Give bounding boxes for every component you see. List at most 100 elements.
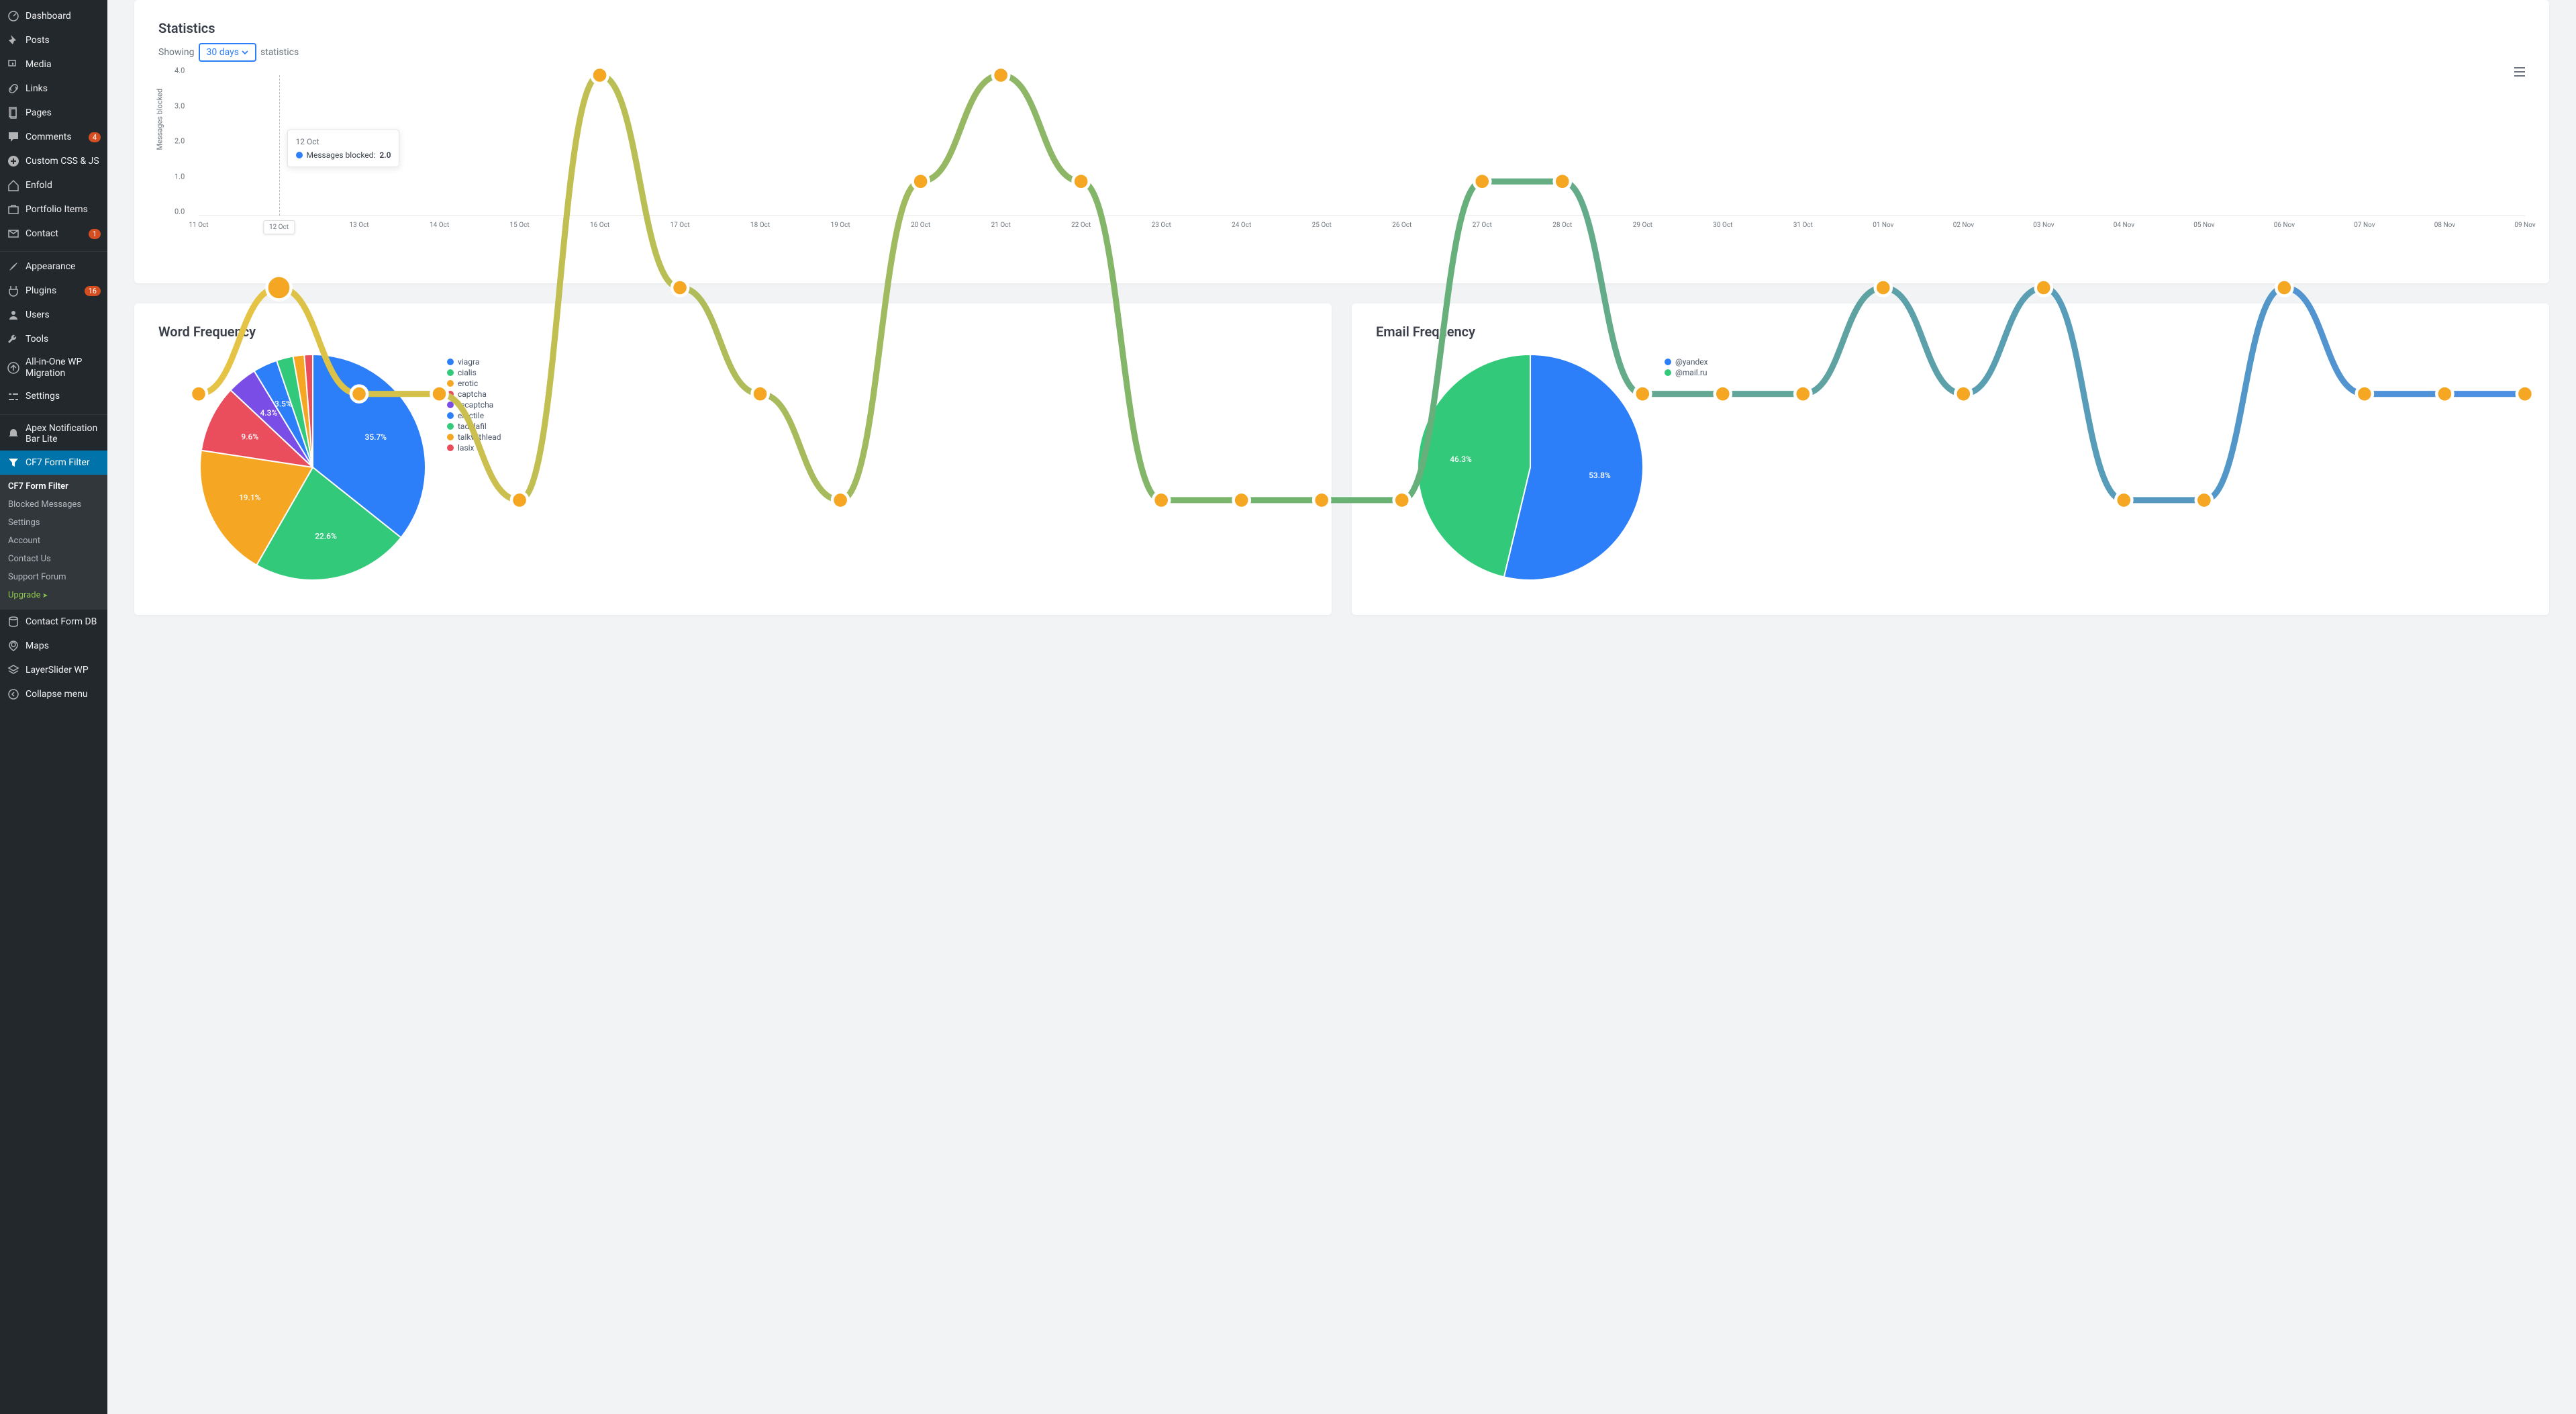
sidebar-item-plugins[interactable]: Plugins16 — [0, 279, 107, 303]
x-tick: 06 Nov — [2274, 222, 2295, 229]
x-tick: 16 Oct — [590, 222, 609, 229]
showing-pre-label: Showing — [158, 47, 195, 58]
sidebar-item-label: Links — [26, 83, 101, 95]
contact-icon — [7, 227, 20, 240]
x-tick: 23 Oct — [1152, 222, 1171, 229]
tooltip-date: 12 Oct — [296, 137, 391, 146]
sidebar-item-maps[interactable]: Maps — [0, 634, 107, 658]
x-tick: 01 Nov — [1873, 222, 1893, 229]
sidebar-item-media[interactable]: Media — [0, 52, 107, 77]
collapse-icon — [7, 688, 20, 701]
x-tick: 22 Oct — [1071, 222, 1091, 229]
sidebar-item-label: Custom CSS & JS — [26, 156, 101, 167]
y-tick: 0.0 — [175, 207, 185, 216]
sidebar-item-portfolio-items[interactable]: Portfolio Items — [0, 197, 107, 222]
sidebar-item-label: Comments — [26, 132, 81, 143]
x-tick: 03 Nov — [2033, 222, 2054, 229]
sidebar-item-badge: 1 — [89, 229, 101, 239]
tooltip-value: 2.0 — [379, 150, 391, 160]
x-tick: 08 Nov — [2434, 222, 2455, 229]
sidebar-item-label: Collapse menu — [26, 689, 101, 700]
portfolio-icon — [7, 203, 20, 216]
y-tick: 2.0 — [175, 137, 185, 146]
sidebar-item-posts[interactable]: Posts — [0, 28, 107, 52]
sidebar-item-contact[interactable]: Contact 1 — [0, 222, 107, 246]
sidebar-item-label: LayerSlider WP — [26, 665, 101, 676]
x-tick: 04 Nov — [2114, 222, 2134, 229]
sidebar-item-label: Apex Notification Bar Lite — [26, 423, 101, 446]
migrate-icon — [7, 361, 20, 375]
sidebar-item-users[interactable]: Users — [0, 303, 107, 327]
y-axis-label: Messages blocked — [156, 89, 164, 150]
sidebar-item-all-in-one-wp-migration[interactable]: All-in-One WP Migration — [0, 351, 107, 385]
sidebar-item-label: Settings — [26, 391, 101, 402]
media-icon — [7, 58, 20, 71]
sidebar-item-label: Contact Form DB — [26, 616, 101, 628]
sidebar-sub-contact-us[interactable]: Contact Us — [0, 550, 107, 568]
sidebar-item-pages[interactable]: Pages — [0, 101, 107, 125]
sidebar-sub-account[interactable]: Account — [0, 532, 107, 550]
sidebar-sub-support-forum[interactable]: Support Forum — [0, 568, 107, 586]
sidebar-item-contact-form-db[interactable]: Contact Form DB — [0, 610, 107, 634]
x-tick: 07 Nov — [2354, 222, 2375, 229]
pie-slice-label: 22.6% — [315, 531, 337, 540]
stats-title: Statistics — [158, 20, 2525, 36]
sidebar-item-label: Portfolio Items — [26, 204, 101, 216]
sidebar-item-appearance[interactable]: Appearance — [0, 254, 107, 279]
sidebar-item-enfold[interactable]: Enfold — [0, 173, 107, 197]
x-tick: 13 Oct — [349, 222, 368, 229]
x-tick: 21 Oct — [991, 222, 1011, 229]
sidebar-item-label: Tools — [26, 334, 101, 345]
admin-sidebar: Dashboard Posts Media Links Pages Comments 4 Cu… — [0, 0, 107, 1414]
x-tick: 18 Oct — [750, 222, 770, 229]
sidebar-sub-settings[interactable]: Settings — [0, 514, 107, 532]
sidebar-item-tools[interactable]: Tools — [0, 327, 107, 351]
sidebar-item-label: Media — [26, 59, 101, 70]
page-icon — [7, 106, 20, 120]
comment-icon — [7, 130, 20, 144]
x-tick: 27 Oct — [1473, 222, 1492, 229]
x-tick: 30 Oct — [1713, 222, 1732, 229]
sidebar-item-custom-css-js[interactable]: Custom CSS & JS — [0, 149, 107, 173]
x-tick: 31 Oct — [1793, 222, 1813, 229]
sidebar-item-label: All-in-One WP Migration — [26, 357, 101, 379]
x-tick: 11 Oct — [189, 222, 208, 229]
sidebar-item-label: Enfold — [26, 180, 101, 191]
y-tick: 3.0 — [175, 101, 185, 110]
sidebar-item-label: Dashboard — [26, 11, 101, 22]
sidebar-item-label: Contact — [26, 228, 81, 240]
sidebar-sub-blocked-messages[interactable]: Blocked Messages — [0, 496, 107, 514]
period-selector[interactable]: 30 days — [199, 43, 256, 62]
sidebar-item-comments[interactable]: Comments 4 — [0, 125, 107, 149]
x-tick: 12 Oct — [263, 220, 295, 234]
sidebar-item-dashboard[interactable]: Dashboard — [0, 4, 107, 28]
user-icon — [7, 308, 20, 322]
pin-icon — [7, 34, 20, 47]
sidebar-item-badge: 4 — [89, 132, 101, 142]
sidebar-item-settings[interactable]: Settings — [0, 385, 107, 409]
sidebar-item-label: Appearance — [26, 261, 101, 273]
sidebar-item-collapse-menu[interactable]: Collapse menu — [0, 682, 107, 706]
sidebar-item-links[interactable]: Links — [0, 77, 107, 101]
sidebar-item-layerslider-wp[interactable]: LayerSlider WP — [0, 658, 107, 682]
sidebar-sub-cf7-form-filter[interactable]: CF7 Form Filter — [0, 477, 107, 496]
sidebar-submenu: CF7 Form FilterBlocked MessagesSettingsA… — [0, 475, 107, 610]
showing-post-label: statistics — [260, 47, 299, 58]
plus-icon — [7, 154, 20, 168]
settings-icon — [7, 390, 20, 404]
tooltip-series-dot — [296, 152, 303, 158]
x-tick: 14 Oct — [430, 222, 449, 229]
sidebar-item-cf7-form-filter[interactable]: CF7 Form Filter — [0, 451, 107, 475]
x-tick: 26 Oct — [1392, 222, 1411, 229]
line-chart-plot[interactable]: 12 Oct Messages blocked: 2.0 — [199, 75, 2525, 216]
main-content: Statistics Showing 30 days statistics Me… — [107, 0, 2576, 1414]
x-tick: 28 Oct — [1552, 222, 1572, 229]
sidebar-item-label: CF7 Form Filter — [26, 457, 101, 469]
filter-icon — [7, 456, 20, 469]
sidebar-item-label: Maps — [26, 641, 101, 652]
x-tick: 19 Oct — [831, 222, 850, 229]
period-value: 30 days — [207, 47, 239, 58]
sidebar-item-apex-notification-bar-lite[interactable]: Apex Notification Bar Lite — [0, 418, 107, 451]
x-tick: 09 Nov — [2514, 222, 2535, 229]
sidebar-sub-upgrade[interactable]: Upgrade — [0, 586, 107, 604]
